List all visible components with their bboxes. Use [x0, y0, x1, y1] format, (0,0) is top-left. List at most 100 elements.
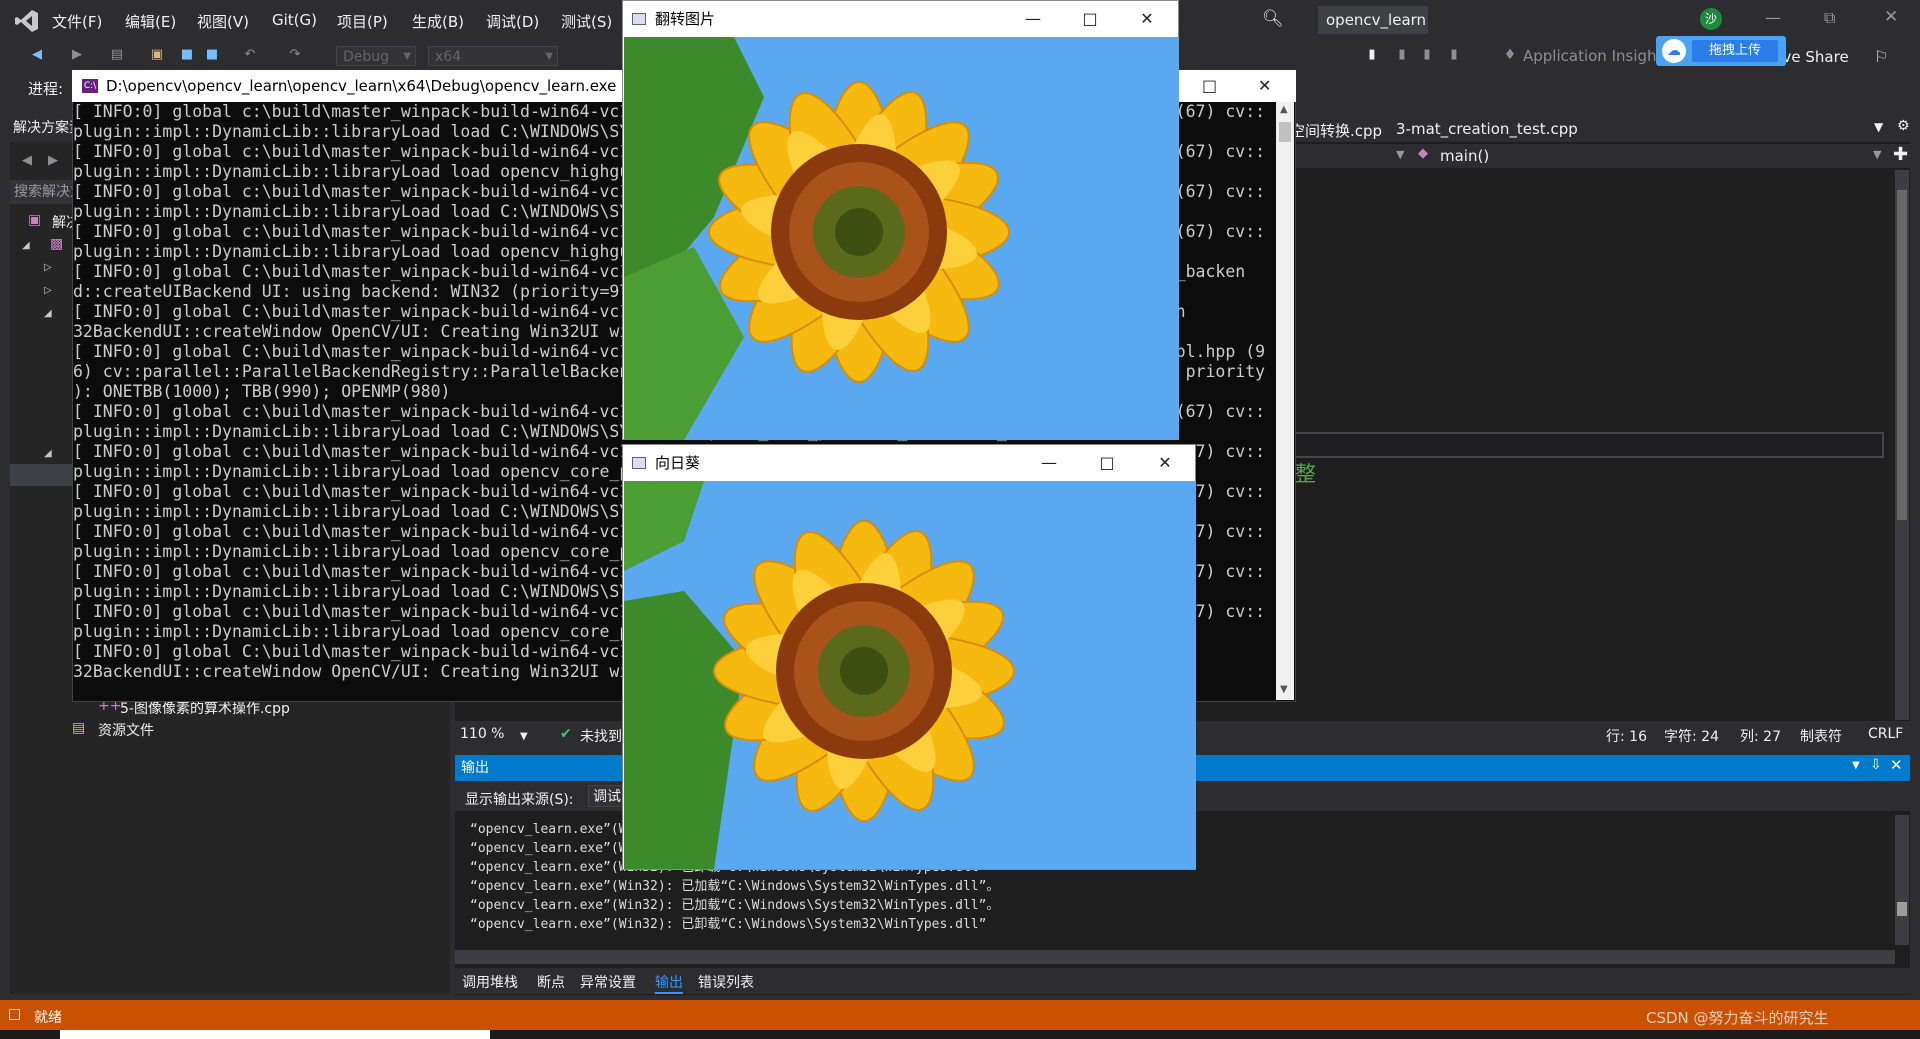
chevron-down-icon: ▼ [545, 51, 553, 62]
redo-icon[interactable]: ↷ [288, 48, 302, 62]
function-icon: ◆ [1418, 146, 1428, 161]
col-indicator[interactable]: 列: 27 [1740, 726, 1781, 746]
gear-icon[interactable]: ⚙ [1897, 118, 1910, 134]
csdn-watermark: CSDN @努力奋斗的研究生 [1646, 1009, 1829, 1027]
maximize-icon[interactable]: □ [1083, 445, 1131, 481]
line-indicator[interactable]: 行: 16 [1606, 726, 1647, 746]
app-insights-label[interactable]: Application Insights [1523, 47, 1670, 65]
console-close-icon[interactable]: ✕ [1258, 70, 1271, 102]
minimize-icon[interactable]: — [1025, 445, 1073, 481]
code-comment-fragment: 整 [1295, 462, 1316, 486]
menu-debug[interactable]: 调试(D) [486, 11, 539, 32]
zoom-level[interactable]: 110 % [460, 726, 504, 742]
output-close-icon[interactable]: ✕ [1890, 756, 1903, 774]
tab-call-stack[interactable]: 调用堆栈 [462, 972, 518, 992]
menu-git[interactable]: Git(G) [272, 11, 317, 29]
output-scroll-thumb[interactable] [1897, 902, 1907, 916]
menu-test[interactable]: 测试(S) [561, 11, 612, 32]
upload-button[interactable]: 拖拽上传 [1692, 40, 1778, 62]
cloud-icon: ☁ [1662, 39, 1686, 63]
save-icon[interactable]: ■ [180, 48, 194, 62]
tab-output[interactable]: 输出 [655, 972, 683, 994]
eol-mode[interactable]: CRLF [1868, 726, 1903, 742]
expand-icon[interactable]: ◢ [44, 448, 52, 459]
console-scroll-thumb[interactable] [1279, 122, 1291, 142]
check-icon: ✔ [560, 726, 572, 742]
restore-icon[interactable]: ⧉ [1824, 8, 1835, 28]
status-ready: 就绪 [34, 1010, 62, 1026]
console-maximize-icon[interactable]: □ [1202, 70, 1217, 102]
minimize-icon[interactable]: — [1765, 8, 1781, 27]
close-icon[interactable]: ✕ [1884, 7, 1898, 27]
prev-bookmark-icon[interactable]: ▮ [1395, 48, 1409, 62]
new-project-icon[interactable]: ▤ [110, 48, 124, 62]
menu-edit[interactable]: 编辑(E) [125, 11, 176, 32]
save-all-icon[interactable]: ■ [205, 48, 219, 62]
tab-error-list[interactable]: 错误列表 [698, 972, 754, 992]
undo-icon[interactable]: ↶ [243, 48, 257, 62]
menu-view[interactable]: 视图(V) [197, 11, 249, 32]
next-bookmark-icon[interactable]: ▮ [1420, 48, 1434, 62]
indent-mode[interactable]: 制表符 [1800, 726, 1842, 746]
console-scrollbar[interactable]: ▲ ▼ [1276, 102, 1294, 700]
menu-project[interactable]: 项目(P) [337, 11, 388, 32]
output-scrollbar[interactable] [1895, 815, 1909, 945]
sunflower-window-title: 向日葵 [655, 454, 701, 472]
expand-icon[interactable]: ◢ [22, 240, 30, 251]
close-icon[interactable]: ✕ [1123, 1, 1171, 37]
forward-icon[interactable]: ▶ [70, 48, 84, 62]
collapsed-arrow-icon[interactable]: ▷ [44, 285, 52, 296]
close-icon[interactable]: ✕ [1141, 445, 1189, 481]
chevron-down-icon[interactable]: ▼ [520, 731, 528, 742]
pin-icon[interactable]: ⇩ [1870, 757, 1882, 773]
folder-icon: ▤ [72, 720, 86, 736]
tab-mat-creation[interactable]: 3-mat_creation_test.cpp [1396, 120, 1578, 138]
tree-item-resources[interactable]: 资源文件 [98, 720, 154, 740]
avatar-initial: 沙 [1704, 12, 1717, 26]
flipped-sunflower-drawing [624, 37, 1179, 440]
project-name: opencv_learn [1326, 11, 1427, 29]
tab-exception-settings[interactable]: 异常设置 [580, 972, 636, 992]
search-icon[interactable]: 🔍︎ [1262, 9, 1284, 29]
bookmark-icon[interactable]: ▮ [1365, 48, 1379, 62]
chevron-down-icon[interactable]: ▼ [1396, 148, 1404, 161]
editor-scroll-thumb[interactable] [1897, 190, 1907, 520]
config-dropdown[interactable]: Debug ▼ [336, 46, 416, 66]
sunflower-drawing [624, 481, 1196, 869]
char-indicator[interactable]: 字符: 24 [1664, 726, 1719, 746]
user-avatar[interactable]: 沙 [1700, 8, 1722, 30]
chevron-down-icon[interactable]: ▼ [1852, 760, 1860, 771]
tab-dropdown-icon[interactable]: ▼ [1874, 120, 1883, 134]
output-line: “opencv_learn.exe”(Win32): 已卸载“C:\Window… [470, 917, 987, 932]
scroll-up-icon[interactable]: ▲ [1280, 104, 1288, 115]
flip-image-window[interactable]: 翻转图片 — □ ✕ [622, 0, 1179, 440]
back-icon[interactable]: ◀ [30, 48, 44, 62]
app-insights-icon: ♦ [1503, 47, 1517, 63]
output-hscrollbar[interactable] [455, 950, 1895, 964]
function-selector[interactable]: main() [1440, 147, 1489, 165]
sunflower-window[interactable]: 向日葵 — □ ✕ [622, 444, 1196, 870]
sol-back-icon[interactable]: ◀ [20, 154, 34, 168]
maximize-icon[interactable]: □ [1066, 1, 1114, 37]
clear-bookmarks-icon[interactable]: ▮ [1447, 48, 1461, 62]
sunflower-title-bar[interactable]: 向日葵 — □ ✕ [623, 445, 1195, 481]
scroll-down-icon[interactable]: ▼ [1280, 684, 1288, 695]
flip-title-bar[interactable]: 翻转图片 — □ ✕ [623, 1, 1178, 37]
expand-icon[interactable]: ◢ [44, 308, 52, 319]
project-icon: ▩ [50, 236, 64, 252]
process-label: 进程: [28, 80, 64, 98]
menu-build[interactable]: 生成(B) [412, 11, 464, 32]
open-folder-icon[interactable]: ▣ [150, 48, 164, 62]
baidu-upload-widget[interactable]: ☁ 拖拽上传 [1656, 36, 1786, 66]
visual-studio-logo-icon[interactable] [14, 8, 40, 34]
minimize-icon[interactable]: — [1009, 1, 1057, 37]
output-title: 输出 [461, 760, 489, 776]
chevron-down-icon[interactable]: ▼ [1873, 148, 1881, 161]
feedback-icon[interactable]: ⚐ [1874, 47, 1888, 66]
collapsed-arrow-icon[interactable]: ▷ [44, 262, 52, 273]
menu-file[interactable]: 文件(F) [52, 11, 102, 32]
sol-forward-icon[interactable]: ▶ [46, 154, 60, 168]
split-icon[interactable]: ✚ [1893, 144, 1908, 165]
tab-breakpoints[interactable]: 断点 [537, 972, 565, 992]
platform-dropdown[interactable]: x64 ▼ [428, 46, 558, 66]
